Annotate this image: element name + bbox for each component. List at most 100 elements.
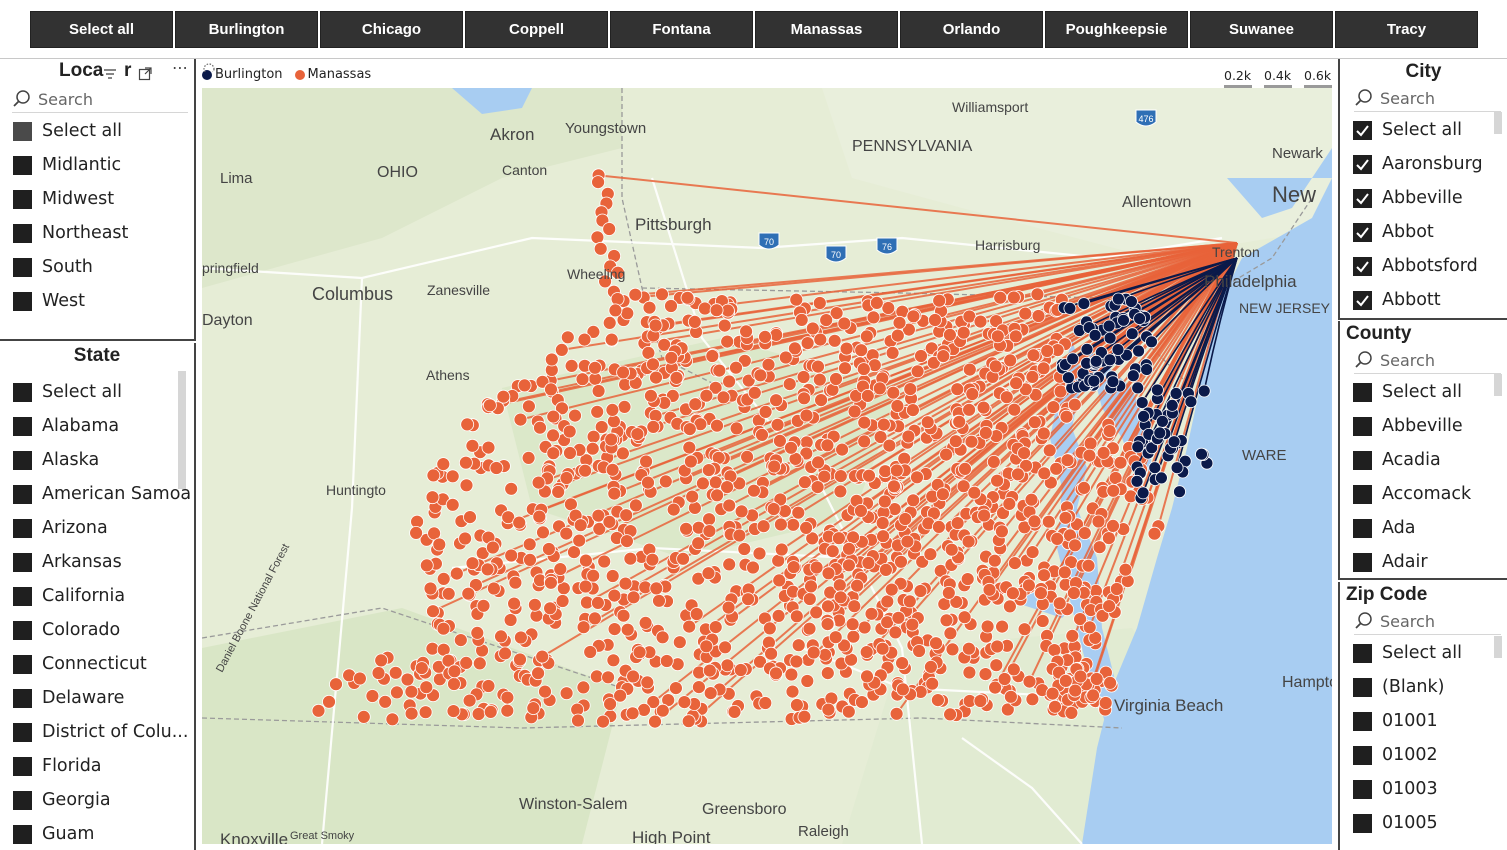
manassas-marker[interactable]	[388, 665, 403, 680]
state-scrollbar[interactable]	[178, 371, 186, 489]
manassas-marker[interactable]	[1092, 540, 1107, 555]
manassas-marker[interactable]	[602, 315, 617, 330]
manassas-marker[interactable]	[513, 652, 527, 667]
manassas-marker[interactable]	[799, 408, 814, 423]
checkbox[interactable]	[1353, 745, 1372, 765]
manassas-marker[interactable]	[470, 626, 485, 640]
burlington-marker[interactable]	[1195, 447, 1208, 461]
burlington-marker[interactable]	[1165, 398, 1179, 412]
manassas-marker[interactable]	[705, 349, 720, 363]
manassas-marker[interactable]	[576, 620, 591, 635]
manassas-marker[interactable]	[1083, 436, 1098, 451]
burlington-marker[interactable]	[1156, 414, 1169, 428]
manassas-marker[interactable]	[722, 498, 737, 513]
manassas-marker[interactable]	[833, 590, 848, 605]
manassas-marker[interactable]	[616, 365, 631, 380]
manassas-marker[interactable]	[498, 646, 513, 661]
manassas-marker[interactable]	[426, 468, 441, 483]
manassas-marker[interactable]	[682, 440, 697, 455]
manassas-marker[interactable]	[894, 554, 908, 569]
city-button-orlando[interactable]: Orlando	[900, 11, 1043, 48]
manassas-marker[interactable]	[538, 684, 552, 699]
checkbox[interactable]	[1353, 450, 1372, 470]
manassas-marker[interactable]	[432, 537, 447, 552]
manassas-marker[interactable]	[681, 714, 696, 729]
manassas-marker[interactable]	[596, 714, 610, 729]
burlington-marker[interactable]	[1135, 396, 1149, 410]
manassas-marker[interactable]	[895, 656, 909, 670]
manassas-marker[interactable]	[802, 592, 817, 606]
manassas-marker[interactable]	[329, 677, 343, 692]
manassas-marker[interactable]	[925, 676, 940, 691]
manassas-marker[interactable]	[784, 440, 798, 455]
manassas-marker[interactable]	[882, 438, 897, 453]
manassas-marker[interactable]	[578, 463, 593, 478]
manassas-marker[interactable]	[886, 385, 901, 400]
manassas-marker[interactable]	[496, 389, 511, 404]
checkbox[interactable]	[13, 189, 32, 209]
manassas-marker[interactable]	[620, 306, 635, 321]
manassas-marker[interactable]	[1120, 574, 1135, 589]
manassas-marker[interactable]	[586, 429, 601, 444]
manassas-marker[interactable]	[860, 669, 874, 684]
manassas-marker[interactable]	[875, 516, 890, 530]
manassas-marker[interactable]	[669, 370, 684, 385]
manassas-marker[interactable]	[799, 520, 813, 535]
manassas-marker[interactable]	[729, 421, 744, 436]
manassas-marker[interactable]	[699, 639, 714, 654]
manassas-marker[interactable]	[602, 514, 617, 529]
manassas-marker[interactable]	[453, 633, 468, 647]
manassas-marker[interactable]	[546, 446, 561, 461]
manassas-marker[interactable]	[832, 578, 847, 593]
manassas-marker[interactable]	[639, 454, 654, 469]
burlington-marker[interactable]	[1126, 369, 1140, 383]
manassas-marker[interactable]	[702, 524, 717, 539]
manassas-marker[interactable]	[720, 334, 735, 349]
manassas-marker[interactable]	[1027, 514, 1042, 529]
burlington-marker[interactable]	[1077, 297, 1091, 311]
manassas-marker[interactable]	[995, 524, 1009, 539]
manassas-marker[interactable]	[544, 382, 558, 397]
manassas-marker[interactable]	[436, 457, 451, 472]
manassas-marker[interactable]	[855, 695, 869, 709]
city-button-select-all[interactable]: Select all	[30, 11, 173, 48]
manassas-marker[interactable]	[842, 558, 856, 573]
manassas-marker[interactable]	[1102, 599, 1116, 613]
manassas-marker[interactable]	[419, 558, 434, 573]
checkbox[interactable]	[13, 291, 32, 311]
manassas-marker[interactable]	[613, 688, 628, 703]
burlington-marker[interactable]	[1111, 343, 1125, 357]
manassas-marker[interactable]	[931, 693, 945, 707]
manassas-marker[interactable]	[990, 329, 1005, 344]
manassas-marker[interactable]	[703, 686, 718, 700]
manassas-marker[interactable]	[512, 515, 527, 530]
manassas-marker[interactable]	[859, 329, 874, 344]
manassas-marker[interactable]	[463, 510, 477, 525]
manassas-marker[interactable]	[1103, 676, 1117, 690]
manassas-marker[interactable]	[762, 621, 777, 636]
manassas-marker[interactable]	[1077, 526, 1092, 541]
manassas-marker[interactable]	[821, 599, 835, 614]
city-button-manassas[interactable]: Manassas	[755, 11, 898, 48]
city-item[interactable]: Abbeville	[1340, 181, 1507, 215]
manassas-marker[interactable]	[821, 702, 836, 717]
manassas-marker[interactable]	[990, 473, 1004, 488]
manassas-marker[interactable]	[837, 316, 852, 331]
city-button-coppell[interactable]: Coppell	[465, 11, 608, 48]
manassas-marker[interactable]	[521, 450, 536, 465]
city-search-input[interactable]: Search	[1354, 85, 1501, 112]
manassas-marker[interactable]	[619, 508, 634, 523]
manassas-marker[interactable]	[875, 641, 890, 656]
manassas-marker[interactable]	[797, 709, 812, 724]
manassas-marker[interactable]	[472, 656, 487, 671]
manassas-marker[interactable]	[800, 674, 815, 688]
manassas-marker[interactable]	[481, 440, 496, 455]
map-canvas[interactable]: Williamsport Akron Youngstown PENNSYLVANIA N…	[202, 88, 1332, 844]
manassas-marker[interactable]	[1003, 599, 1017, 614]
manassas-marker[interactable]	[691, 680, 706, 694]
manassas-marker[interactable]	[449, 566, 464, 581]
manassas-marker[interactable]	[648, 408, 663, 423]
manassas-marker[interactable]	[770, 417, 785, 432]
manassas-marker[interactable]	[682, 422, 697, 437]
manassas-marker[interactable]	[637, 703, 651, 717]
